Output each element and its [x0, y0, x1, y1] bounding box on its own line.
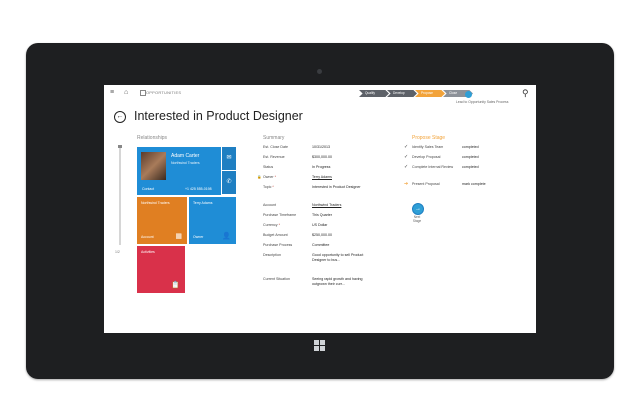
stage-task: Identify Sales Team: [412, 145, 444, 149]
field-label: Purchase Timeframe: [263, 213, 297, 217]
zoom-slider-thumb[interactable]: [118, 145, 122, 148]
contact-company: Northwind Traders: [171, 161, 200, 165]
page-title: Interested in Product Designer: [134, 109, 303, 123]
email-button[interactable]: ✉: [221, 147, 236, 170]
task-status[interactable]: completed: [462, 155, 479, 159]
account-link[interactable]: Northwind Traders: [312, 203, 364, 208]
field-label: Est. Revenue: [263, 155, 285, 159]
owner-label: Owner: [193, 235, 204, 239]
clipboard-icon: 📋: [171, 282, 180, 289]
back-button[interactable]: ←: [114, 111, 126, 123]
activities-label: Activities: [141, 250, 155, 254]
zoom-slider[interactable]: [119, 145, 121, 245]
field-value[interactable]: Interested in Product Designer: [312, 185, 364, 190]
process-bar: Qualify Develop Propose Close: [359, 90, 473, 98]
person-icon: 👤: [222, 233, 231, 240]
contact-phone: +1 425 555-0198: [185, 187, 212, 191]
summary-heading: Summary: [263, 135, 285, 141]
check-icon: ✓: [404, 144, 409, 150]
zoom-label: 1/2: [115, 250, 120, 254]
task-status[interactable]: completed: [462, 165, 479, 169]
contact-tile[interactable]: Adam Carter Northwind Traders Contact +1…: [137, 147, 221, 195]
account-tile[interactable]: Northwind Traders Account ▦: [137, 197, 187, 244]
stage-task: Develop Proposal: [412, 155, 441, 159]
windows-logo-icon[interactable]: [314, 340, 325, 351]
contact-name: Adam Carter: [171, 153, 200, 159]
contact-role: Contact: [142, 187, 155, 191]
field-label: Currency *: [263, 223, 280, 227]
field-label: Account: [263, 203, 276, 207]
field-label: Topic *: [263, 185, 274, 189]
check-icon: ✓: [404, 164, 409, 170]
mark-complete-link[interactable]: mark complete: [462, 182, 486, 186]
field-label: Owner *: [263, 175, 276, 179]
entity-label[interactable]: OPPORTUNITIES: [146, 90, 181, 95]
field-label: Purchase Process: [263, 243, 293, 247]
search-icon[interactable]: ⚲: [522, 88, 529, 99]
propose-stage-heading: Propose Stage: [412, 135, 446, 141]
activities-tile[interactable]: Activities 📋: [137, 246, 185, 293]
mail-icon: ✉: [226, 155, 232, 161]
next-stage-button[interactable]: →: [412, 203, 424, 215]
check-icon: ✓: [404, 154, 409, 160]
field-value[interactable]: $250,000.00: [312, 233, 364, 238]
stage-task: Complete Internal Review: [412, 165, 454, 169]
owner-tile[interactable]: Terry Adams Owner 👤: [189, 197, 236, 244]
field-label: Status: [263, 165, 274, 169]
field-value[interactable]: Seeing rapid growth and having outgrown …: [312, 277, 364, 287]
relationships-heading: Relationships: [137, 135, 168, 141]
call-button[interactable]: ✆: [221, 171, 236, 194]
stage-task: Present Proposal: [412, 182, 440, 186]
field-label: Est. Close Date: [263, 145, 288, 149]
owner-link[interactable]: Terry Adams: [312, 175, 364, 180]
field-label: Budget Amount: [263, 233, 288, 237]
top-bar: ≡ ⌂ OPPORTUNITIES Qualify Develop Propos…: [104, 85, 536, 104]
field-value[interactable]: This Quarter: [312, 213, 364, 218]
field-value[interactable]: In Progress: [312, 165, 364, 170]
arrow-right-icon: →: [415, 206, 421, 212]
field-value[interactable]: $300,000.00: [312, 155, 364, 160]
stage-propose[interactable]: Propose: [415, 90, 445, 97]
field-label: Current Situation: [263, 277, 290, 281]
account-label: Account: [141, 235, 154, 239]
building-icon: ▦: [175, 233, 182, 240]
camera-icon: [317, 69, 322, 74]
field-value[interactable]: Committee: [312, 243, 364, 248]
app-screen: ≡ ⌂ OPPORTUNITIES Qualify Develop Propos…: [104, 85, 536, 333]
next-stage-label: Next Stage: [412, 215, 422, 223]
phone-icon: ✆: [226, 179, 232, 185]
field-value[interactable]: Good opportunity to sell Product Designe…: [312, 253, 364, 263]
arrow-icon: ➔: [404, 181, 409, 187]
field-label: Description: [263, 253, 281, 257]
lock-icon: 🔒: [257, 175, 262, 179]
task-status[interactable]: completed: [462, 145, 479, 149]
process-name[interactable]: Lead to Opportunity Sales Process: [456, 100, 508, 104]
stage-develop[interactable]: Develop: [387, 90, 417, 97]
account-name: Northwind Traders: [141, 201, 170, 205]
field-value[interactable]: US Dollar: [312, 223, 364, 228]
field-value[interactable]: 10/31/2013: [312, 145, 364, 150]
contact-photo: [141, 152, 166, 180]
owner-name: Terry Adams: [193, 201, 213, 205]
stage-qualify[interactable]: Qualify: [359, 90, 389, 97]
home-icon[interactable]: ⌂: [124, 89, 128, 96]
menu-icon[interactable]: ≡: [110, 89, 114, 96]
current-stage-marker: [465, 91, 472, 98]
